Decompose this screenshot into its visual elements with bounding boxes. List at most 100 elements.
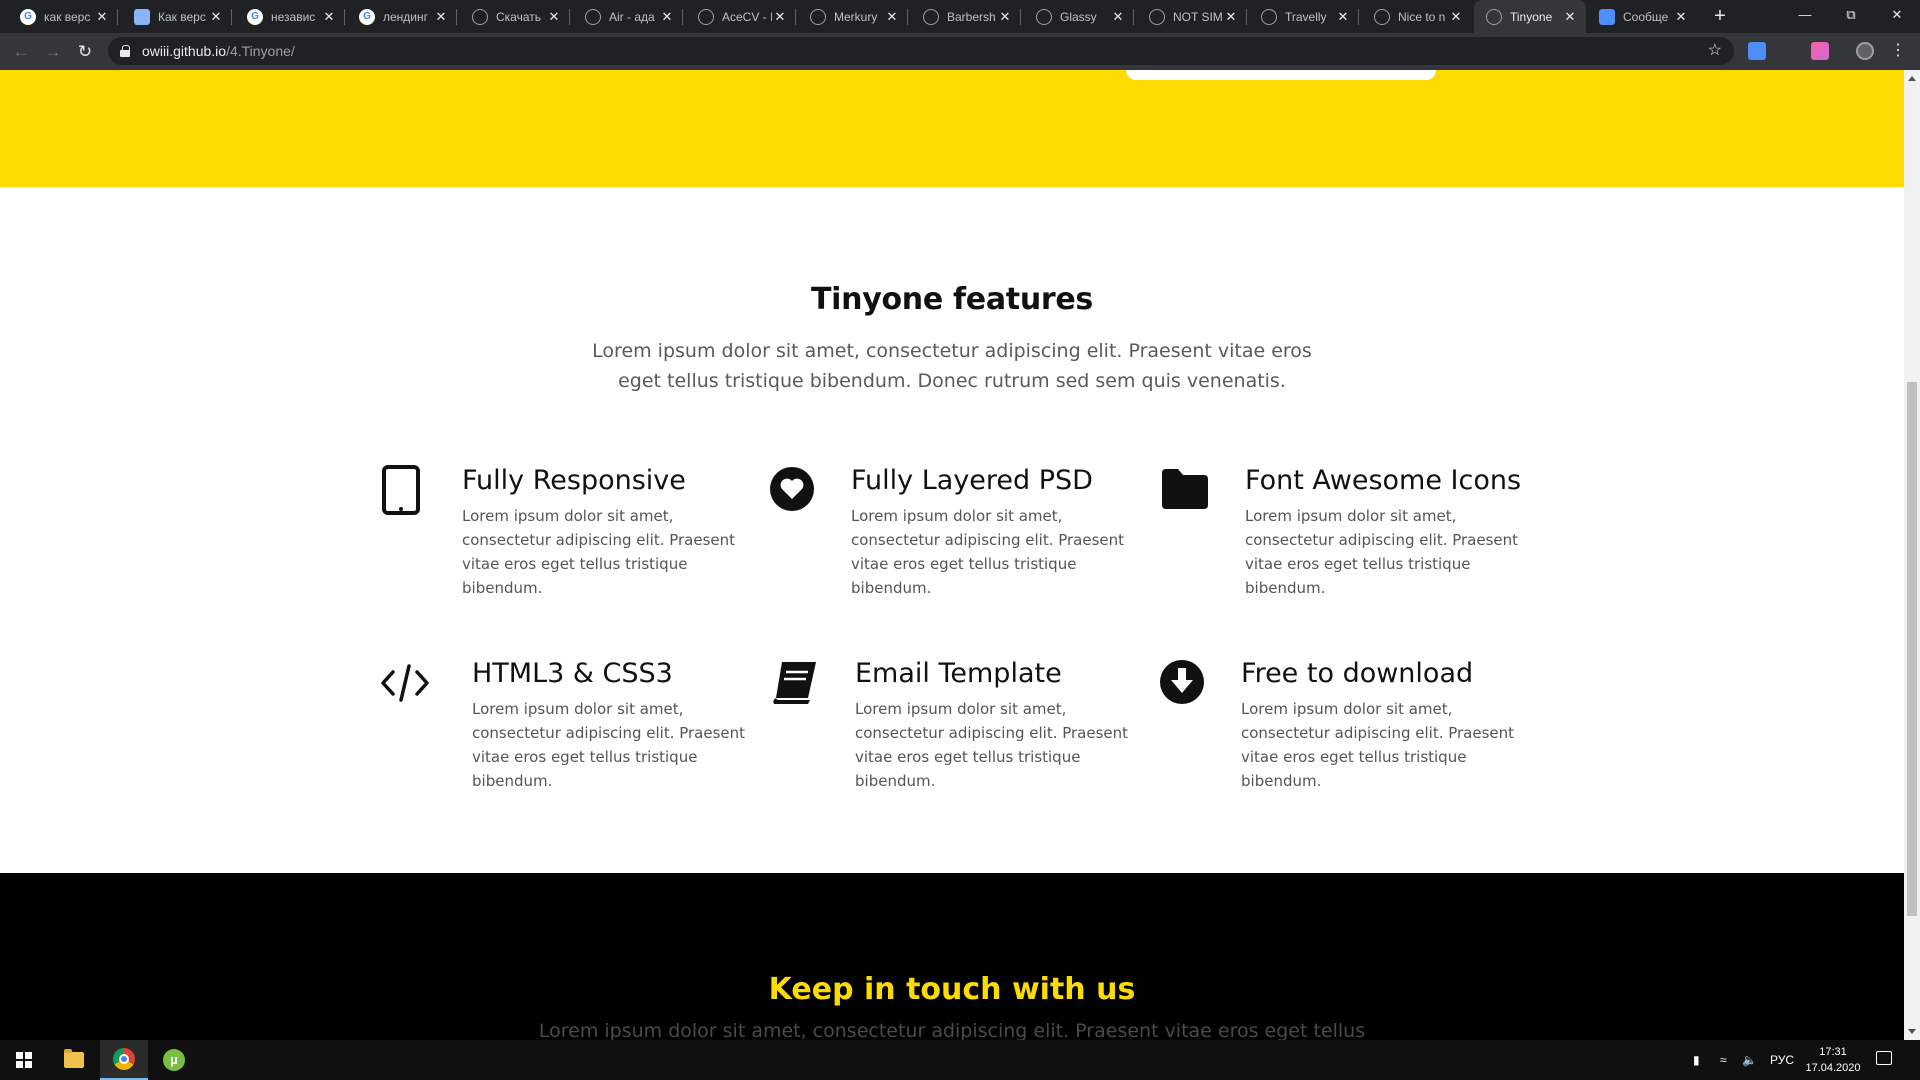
tab-label: Nice to n (1398, 9, 1446, 24)
back-button[interactable]: ← (8, 39, 34, 65)
tab-5[interactable]: Скачать ✕ (460, 0, 570, 33)
tab-label: NOT SIM (1173, 9, 1223, 24)
feature-title: Fully Responsive (462, 465, 686, 496)
close-icon[interactable]: ✕ (1448, 9, 1464, 25)
feature-description: Lorem ipsum dolor sit amet, consectetur … (1241, 700, 1515, 790)
close-icon[interactable]: ✕ (1223, 9, 1239, 25)
tab-4[interactable]: G лендинг ✕ (347, 0, 457, 33)
tab-8[interactable]: Merkury ✕ (798, 0, 908, 33)
tab-10[interactable]: Glassy ✕ (1024, 0, 1134, 33)
tab-strip: G как верс ✕ Как верс ✕ G независ ✕ G ле… (0, 0, 1920, 33)
utorrent-icon: µ (163, 1049, 185, 1071)
tab-label: Travelly (1285, 9, 1327, 24)
tab-1[interactable]: G как верс ✕ (8, 0, 118, 33)
tab-label: Barbersh (947, 9, 996, 24)
file-explorer-button[interactable] (50, 1040, 98, 1080)
address-bar[interactable]: owiii.github.io/4.Tinyone/ ☆ (108, 37, 1734, 65)
close-icon[interactable]: ✕ (997, 9, 1013, 25)
forward-button[interactable]: → (40, 39, 66, 65)
windows-taskbar: µ ▮ ≈ 🔈 РУС 17:31 17.04.2020 (0, 1040, 1920, 1080)
close-icon[interactable]: ✕ (433, 9, 449, 25)
bookmark-star-icon[interactable]: ☆ (1708, 40, 1722, 60)
close-icon[interactable]: ✕ (208, 9, 224, 25)
tab-7[interactable]: AceCV - I ✕ (686, 0, 796, 33)
start-button[interactable] (0, 1040, 48, 1080)
feature-description: Lorem ipsum dolor sit amet, consectetur … (462, 507, 736, 597)
browser-toolbar: ← → ↻ owiii.github.io/4.Tinyone/ ☆ ⋮ (0, 33, 1920, 70)
feature-title: Fully Layered PSD (851, 465, 1093, 496)
reload-button[interactable]: ↻ (72, 39, 98, 65)
chrome-icon (113, 1048, 135, 1070)
extension-icon[interactable] (1811, 42, 1829, 60)
folder-icon (1162, 469, 1208, 509)
tab-label: независ (271, 9, 316, 24)
tab-12[interactable]: Travelly ✕ (1249, 0, 1359, 33)
profile-avatar[interactable] (1856, 42, 1874, 60)
system-clock[interactable]: 17:31 17.04.2020 (1800, 1044, 1866, 1076)
tab-9[interactable]: Barbersh ✕ (911, 0, 1021, 33)
code-icon (381, 664, 429, 702)
tab-13[interactable]: Nice to n ✕ (1362, 0, 1472, 33)
tab-6[interactable]: Air - ада ✕ (573, 0, 683, 33)
feature-title: Free to download (1241, 658, 1474, 689)
tab-15[interactable]: Сообще ✕ (1587, 0, 1697, 33)
tab-tinyone-active[interactable]: Tinyone ✕ (1474, 0, 1586, 33)
restore-button[interactable]: ⧉ (1828, 0, 1874, 30)
tab-label: Merkury (834, 9, 878, 24)
download-icon (1160, 660, 1204, 704)
book-icon (773, 662, 816, 704)
feature-description: Lorem ipsum dolor sit amet, consectetur … (851, 507, 1125, 597)
windows-icon (16, 1052, 32, 1068)
new-tab-button[interactable]: + (1708, 4, 1732, 28)
close-icon[interactable]: ✕ (1562, 9, 1578, 25)
scroll-thumb[interactable] (1907, 382, 1917, 916)
globe-icon (1486, 8, 1502, 25)
notifications-icon[interactable] (1876, 1051, 1892, 1065)
feature-description: Lorem ipsum dolor sit amet, consectetur … (472, 700, 746, 790)
close-icon[interactable]: ✕ (772, 9, 788, 25)
close-icon[interactable]: ✕ (94, 9, 110, 25)
utorrent-taskbar-button[interactable]: µ (150, 1040, 198, 1080)
hero-button-edge[interactable] (1126, 70, 1436, 80)
scroll-up-arrow[interactable] (1908, 76, 1916, 81)
feature-description: Lorem ipsum dolor sit amet, consectetur … (855, 700, 1129, 790)
close-icon[interactable]: ✕ (1335, 9, 1351, 25)
close-icon[interactable]: ✕ (884, 9, 900, 25)
tab-3[interactable]: G независ ✕ (235, 0, 345, 33)
tab-label: AceCV - I (722, 9, 772, 24)
document-icon (134, 8, 150, 25)
page-scrollbar[interactable] (1904, 70, 1920, 1040)
heart-icon (770, 467, 814, 511)
battery-icon[interactable]: ▮ (1693, 1040, 1700, 1080)
clock-date: 17.04.2020 (1805, 1062, 1861, 1074)
globe-icon (1149, 8, 1165, 25)
url-path: /4.Tinyone/ (226, 43, 295, 59)
lock-icon[interactable] (120, 45, 130, 57)
tab-2[interactable]: Как верс ✕ (122, 0, 232, 33)
chrome-taskbar-button[interactable] (100, 1040, 148, 1080)
close-icon[interactable]: ✕ (1673, 9, 1689, 25)
minimize-button[interactable]: — (1782, 0, 1828, 30)
close-icon[interactable]: ✕ (321, 9, 337, 25)
browser-menu-icon[interactable]: ⋮ (1890, 40, 1906, 60)
globe-icon (810, 8, 826, 25)
close-window-button[interactable]: ✕ (1874, 0, 1920, 30)
close-icon[interactable]: ✕ (546, 9, 562, 25)
close-icon[interactable]: ✕ (659, 9, 675, 25)
contact-title: Keep in touch with us (768, 972, 1136, 1007)
tab-label: Air - ада (609, 9, 655, 24)
scroll-down-arrow[interactable] (1908, 1029, 1916, 1034)
globe-icon (1374, 8, 1390, 25)
tab-label: Glassy (1060, 9, 1097, 24)
wifi-icon[interactable]: ≈ (1720, 1040, 1727, 1080)
close-icon[interactable]: ✕ (1110, 9, 1126, 25)
translate-extension-icon[interactable] (1748, 42, 1766, 60)
volume-muted-icon[interactable]: 🔈 (1742, 1040, 1757, 1080)
google-icon: G (359, 8, 375, 25)
tab-11[interactable]: NOT SIM ✕ (1137, 0, 1247, 33)
language-indicator[interactable]: РУС (1770, 1040, 1794, 1080)
google-icon: G (247, 8, 263, 25)
tab-label: Tinyone (1510, 9, 1553, 24)
features-title: Tinyone features (811, 282, 1093, 317)
page-viewport: Tinyone features Lorem ipsum dolor sit a… (0, 70, 1904, 1040)
